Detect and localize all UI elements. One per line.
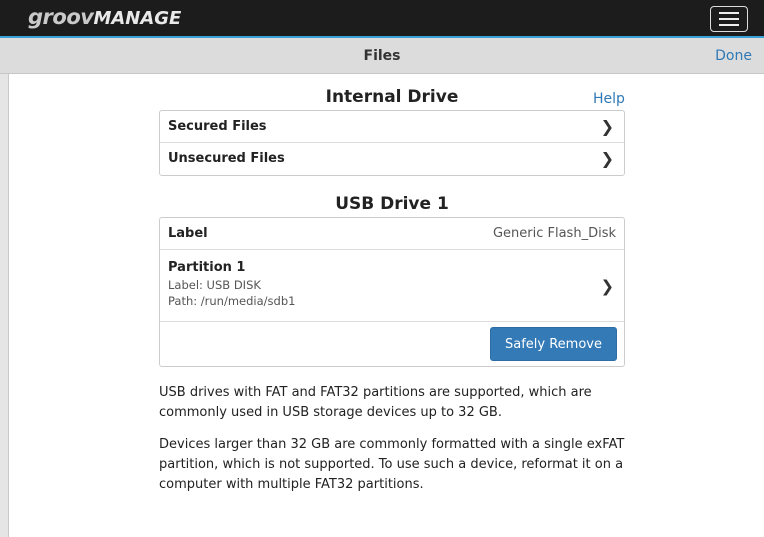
unsecured-files-row[interactable]: Unsecured Files ❯ — [160, 143, 624, 175]
usb-label-name: Label — [168, 226, 208, 241]
page-header: Files Done — [0, 38, 764, 74]
secured-files-label: Secured Files — [168, 119, 267, 134]
logo-groov-text: groov — [28, 5, 94, 29]
partition-title: Partition 1 — [168, 260, 246, 275]
partition-path: Path: /run/media/sdb1 — [168, 294, 296, 308]
partition-row[interactable]: Partition 1 Label: USB DISK Path: /run/m… — [160, 250, 624, 322]
usb-label-row: Label Generic Flash_Disk — [160, 218, 624, 250]
remove-row: Safely Remove — [160, 322, 624, 366]
chevron-right-icon: ❯ — [600, 116, 614, 136]
groov-manage-logo: groovMANAGE — [28, 5, 181, 29]
chevron-right-icon: ❯ — [600, 276, 614, 295]
help-link[interactable]: Help — [593, 91, 625, 107]
info-paragraph-1: USB drives with FAT and FAT32 partitions… — [159, 385, 592, 420]
unsecured-files-label: Unsecured Files — [168, 151, 285, 166]
internal-drive-title: Internal Drive — [325, 87, 459, 107]
chevron-right-icon: ❯ — [600, 149, 614, 168]
files-panel: Internal Drive Help Secured Files ❯ Unse… — [8, 74, 764, 537]
usb-drive-title: USB Drive 1 — [335, 194, 449, 214]
done-button[interactable]: Done — [715, 48, 752, 64]
info-paragraph-2: Devices larger than 32 GB are commonly f… — [159, 437, 625, 492]
page-title: Files — [363, 48, 401, 64]
partition-label: Label: USB DISK — [168, 278, 261, 292]
safely-remove-button[interactable]: Safely Remove — [490, 327, 617, 361]
secured-files-row[interactable]: Secured Files ❯ — [160, 111, 624, 143]
usb-label-value: Generic Flash_Disk — [492, 225, 616, 241]
hamburger-menu-icon[interactable] — [710, 6, 748, 32]
top-bar: groovMANAGE — [0, 0, 764, 38]
internal-drive-card: Secured Files ❯ Unsecured Files ❯ — [159, 110, 625, 176]
usb-drive-card: Label Generic Flash_Disk Partition 1 Lab… — [159, 217, 625, 367]
logo-manage-text: MANAGE — [93, 8, 182, 29]
